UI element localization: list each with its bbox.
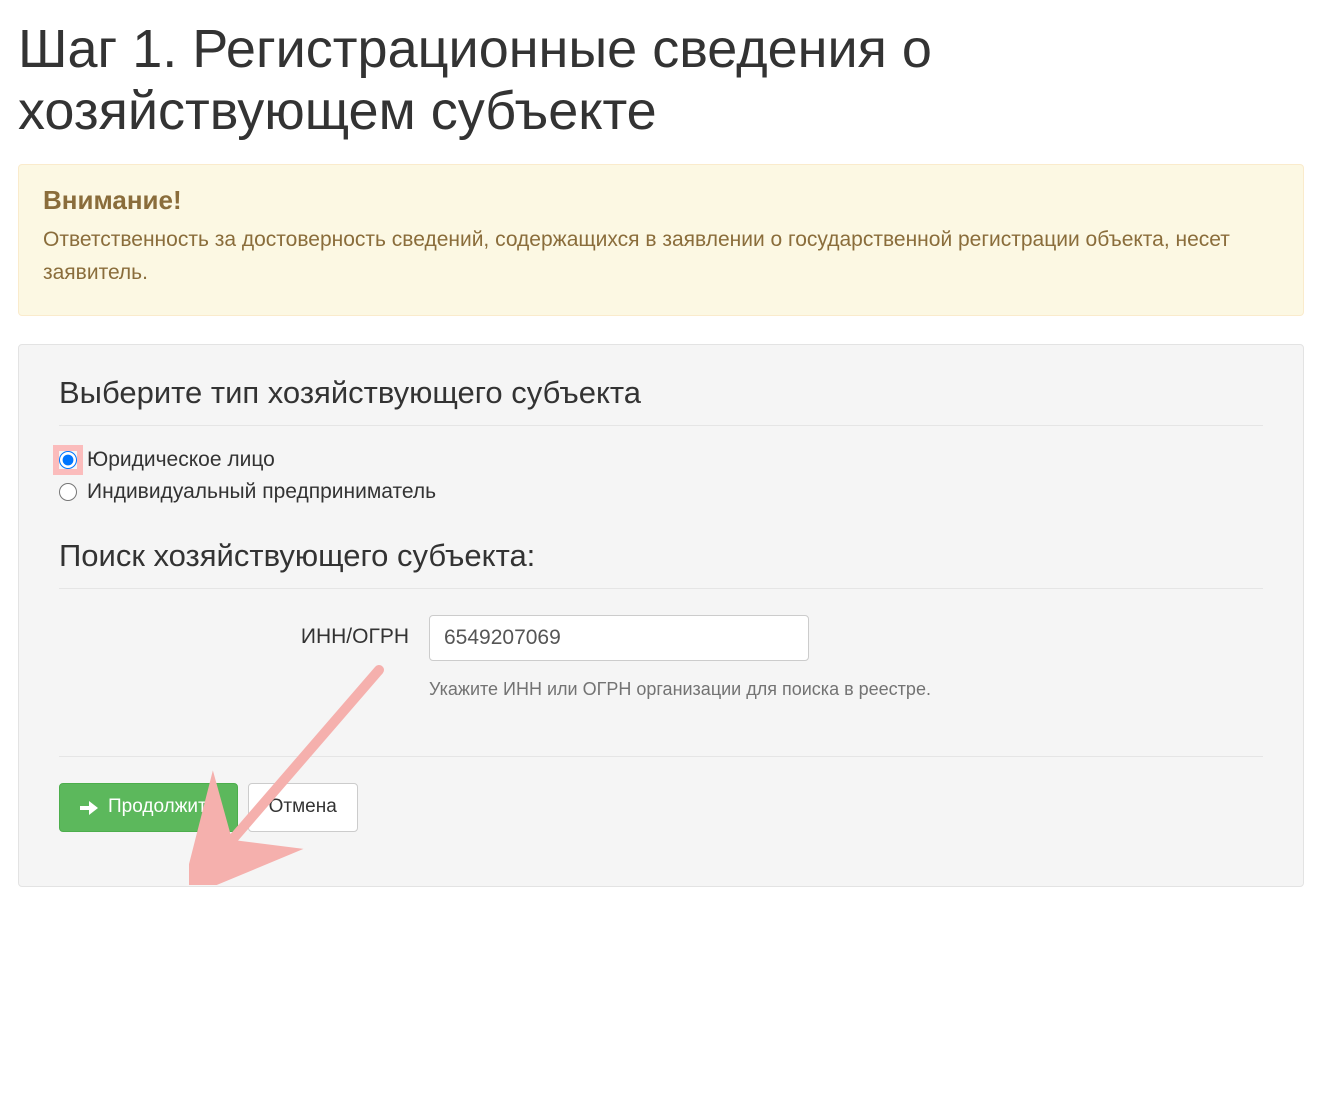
- page-title: Шаг 1. Регистрационные сведения о хозяйс…: [18, 18, 1304, 142]
- radio-label: Индивидуальный предприниматель: [87, 480, 436, 504]
- inn-form-row: ИНН/ОГРН Укажите ИНН или ОГРН организаци…: [59, 615, 1263, 700]
- radio-option-legal-entity[interactable]: Юридическое лицо: [59, 448, 1263, 472]
- alert-heading: Внимание!: [43, 185, 1279, 216]
- alert-body: Ответственность за достоверность сведени…: [43, 224, 1279, 289]
- entity-type-radio-group: Юридическое лицо Индивидуальный предприн…: [59, 448, 1263, 504]
- continue-button-label: Продолжить: [108, 794, 217, 821]
- radio-option-individual[interactable]: Индивидуальный предприниматель: [59, 480, 1263, 504]
- form-panel: Выберите тип хозяйствующего субъекта Юри…: [18, 344, 1304, 887]
- cancel-button-label: Отмена: [269, 794, 337, 821]
- cancel-button[interactable]: Отмена: [248, 783, 358, 832]
- inn-label: ИНН/ОГРН: [59, 615, 409, 649]
- radio-input-legal-entity[interactable]: [59, 451, 77, 469]
- divider: [59, 756, 1263, 757]
- radio-input-individual[interactable]: [59, 483, 77, 501]
- arrow-right-icon: [80, 801, 98, 815]
- radio-label: Юридическое лицо: [87, 448, 275, 472]
- inn-help-text: Укажите ИНН или ОГРН организации для пои…: [429, 679, 1263, 700]
- inn-input[interactable]: [429, 615, 809, 661]
- continue-button[interactable]: Продолжить: [59, 783, 238, 832]
- warning-alert: Внимание! Ответственность за достовернос…: [18, 164, 1304, 316]
- form-actions: Продолжить Отмена: [59, 783, 1263, 832]
- inn-field-wrap: Укажите ИНН или ОГРН организации для пои…: [429, 615, 1263, 700]
- search-heading: Поиск хозяйствующего субъекта:: [59, 538, 1263, 589]
- entity-type-heading: Выберите тип хозяйствующего субъекта: [59, 375, 1263, 426]
